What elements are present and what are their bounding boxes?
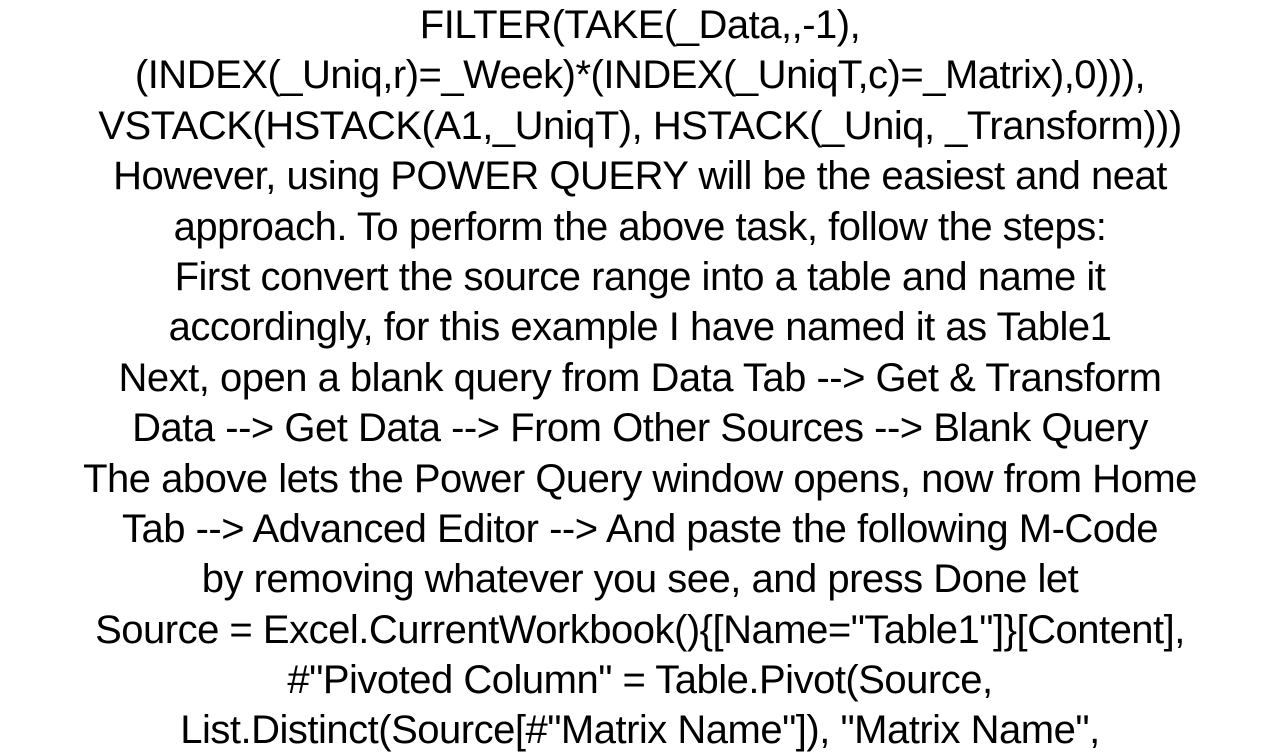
text-line: Source = Excel.CurrentWorkbook(){[Name="… bbox=[10, 605, 1270, 655]
text-line: Tab --> Advanced Editor --> And paste th… bbox=[10, 504, 1270, 554]
text-line: #"Pivoted Column" = Table.Pivot(Source, bbox=[10, 655, 1270, 705]
text-line: Next, open a blank query from Data Tab -… bbox=[10, 353, 1270, 403]
text-line: First convert the source range into a ta… bbox=[10, 252, 1270, 302]
text-line: (INDEX(_Uniq,r)=_Week)*(INDEX(_UniqT,c)=… bbox=[10, 50, 1270, 100]
text-line: VSTACK(HSTACK(A1,_UniqT), HSTACK(_Uniq, … bbox=[10, 101, 1270, 151]
text-line: by removing whatever you see, and press … bbox=[10, 554, 1270, 604]
text-line: The above lets the Power Query window op… bbox=[10, 454, 1270, 504]
text-line: However, using POWER QUERY will be the e… bbox=[10, 151, 1270, 201]
text-line: approach. To perform the above task, fol… bbox=[10, 202, 1270, 252]
document-body: FILTER(TAKE(_Data,,-1), (INDEX(_Uniq,r)=… bbox=[0, 0, 1280, 756]
text-line: List.Distinct(Source[#"Matrix Name"]), "… bbox=[10, 705, 1270, 755]
text-line: FILTER(TAKE(_Data,,-1), bbox=[10, 0, 1270, 50]
text-line: Data --> Get Data --> From Other Sources… bbox=[10, 403, 1270, 453]
text-line: accordingly, for this example I have nam… bbox=[10, 302, 1270, 352]
